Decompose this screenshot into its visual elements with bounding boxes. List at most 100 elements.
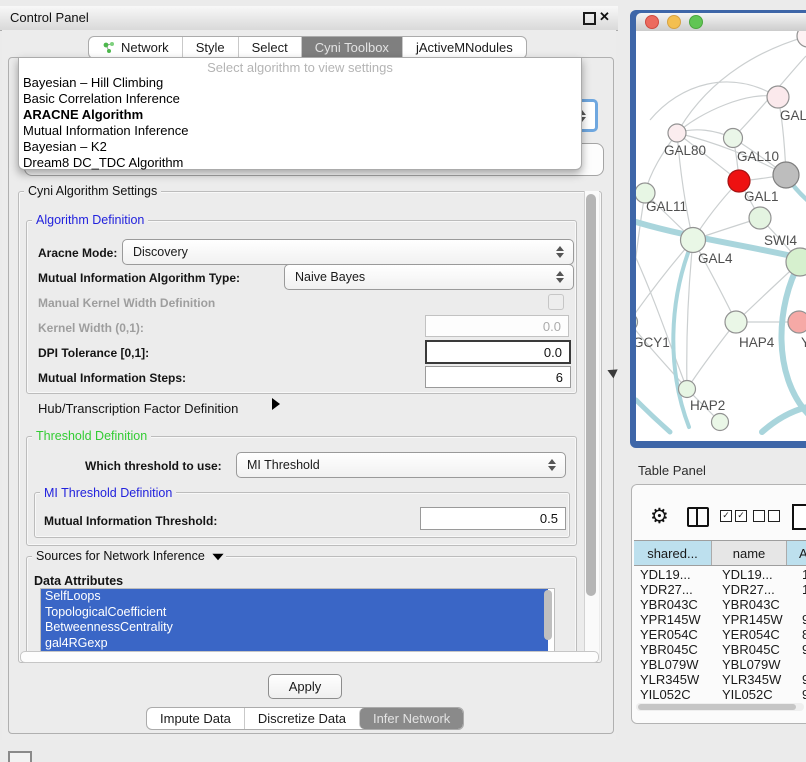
attr-item-selfloops[interactable]: SelfLoops <box>41 589 548 605</box>
tab-jactivemnodules[interactable]: jActiveMNodules <box>402 37 526 58</box>
expand-right-icon[interactable] <box>272 398 280 410</box>
col-header-name[interactable]: name <box>712 541 787 565</box>
cell: 8. <box>796 627 806 642</box>
minimize-traffic-light-icon[interactable] <box>667 15 681 29</box>
node-gray[interactable] <box>773 162 799 188</box>
cell: YDL19... <box>716 567 796 582</box>
col-header-shared[interactable]: shared... <box>634 541 712 565</box>
tab-discretize-data[interactable]: Discretize Data <box>244 708 359 729</box>
cell: 9. <box>796 642 806 657</box>
label-gal80: GAL80 <box>664 143 706 158</box>
col-header-third[interactable]: A <box>787 541 806 565</box>
checked-pair-icon[interactable]: ✓ ✓ <box>720 510 747 522</box>
which-threshold-label: Which threshold to use: <box>85 459 222 473</box>
table-row[interactable]: YLR345W YLR345W 9. <box>634 672 806 687</box>
tab-network[interactable]: Network <box>89 37 182 58</box>
cell: YER054C <box>634 627 716 642</box>
mi-type-label: Mutual Information Algorithm Type: <box>38 271 240 285</box>
popup-item-basic-correlation[interactable]: Basic Correlation Inference <box>23 91 573 107</box>
dpi-tolerance-value: 0.0 <box>544 345 562 360</box>
cell: YBL079W <box>716 657 796 672</box>
popup-item-dream8[interactable]: Dream8 DC_TDC Algorithm <box>23 155 573 171</box>
cell: YDR27... <box>716 582 796 597</box>
table-row[interactable]: YBR043C YBR043C <box>634 597 806 612</box>
table-header-row: shared... name A <box>634 540 806 566</box>
table-row[interactable]: YPR145W YPR145W 9. <box>634 612 806 627</box>
popup-item-bayesian-hill[interactable]: Bayesian – Hill Climbing <box>23 75 573 91</box>
node-gal4[interactable] <box>681 228 706 253</box>
close-traffic-light-icon[interactable] <box>645 15 659 29</box>
attr-item-topological[interactable]: TopologicalCoefficient <box>41 605 548 621</box>
cell: YBR043C <box>634 597 716 612</box>
table-row[interactable]: YBR045C YBR045C 9. <box>634 642 806 657</box>
table-hscrollbar-thumb[interactable] <box>638 704 796 710</box>
mi-steps-label: Mutual Information Steps: <box>38 371 186 385</box>
cell: YDR27... <box>634 582 716 597</box>
popup-item-aracne[interactable]: ARACNE Algorithm <box>23 107 573 123</box>
tab-select-label: Select <box>252 40 288 55</box>
node-green-mid[interactable] <box>749 207 771 229</box>
node-gal10[interactable] <box>724 129 743 148</box>
popup-item-bayesian-k2[interactable]: Bayesian – K2 <box>23 139 573 155</box>
node-labels: GAL GAL80 GAL10 GAL1 GAL11 SWI4 GAL4 GCY… <box>636 108 806 413</box>
attr-item-betweenness[interactable]: BetweennessCentrality <box>41 620 548 636</box>
control-panel-title: Control Panel <box>10 10 89 25</box>
node-hap2[interactable] <box>679 381 696 398</box>
apply-button-label: Apply <box>289 679 322 694</box>
cell: 9 <box>796 687 806 700</box>
float-window-icon[interactable] <box>583 12 596 25</box>
dock-square-icon[interactable] <box>8 751 32 762</box>
which-threshold-combo[interactable]: MI Threshold <box>236 452 566 478</box>
stepper-icon <box>556 246 564 258</box>
bottom-tabbar: Impute Data Discretize Data Infer Networ… <box>146 707 464 730</box>
node-cut-topright[interactable] <box>797 31 806 47</box>
settings-vscrollbar-thumb[interactable] <box>586 194 596 596</box>
attr-item-gal4rgexp[interactable]: gal4RGexp <box>41 636 548 652</box>
table-row[interactable]: YDL19... YDL19... 13 <box>634 567 806 582</box>
tab-style[interactable]: Style <box>182 37 238 58</box>
collapse-down-icon[interactable] <box>213 554 224 560</box>
kernel-width-field[interactable]: 0.0 <box>425 315 569 337</box>
table-row[interactable]: YER054C YER054C 8. <box>634 627 806 642</box>
node-gcy1[interactable] <box>636 314 638 331</box>
zoom-traffic-light-icon[interactable] <box>689 15 703 29</box>
tab-network-label: Network <box>121 40 169 55</box>
network-window-titlebar[interactable] <box>636 13 806 31</box>
close-icon[interactable]: ✕ <box>599 9 610 25</box>
aracne-mode-value: Discovery <box>133 245 188 259</box>
table-row[interactable]: YIL052C YIL052C 9 <box>634 687 806 700</box>
algorithm-dropdown-popup: Select algorithm to view settings Bayesi… <box>18 57 582 170</box>
mi-threshold-title: MI Threshold Definition <box>40 486 176 500</box>
node-gal-pink[interactable] <box>767 86 789 108</box>
screen: Control Panel ✕ Network Style Select Cyn… <box>0 0 806 762</box>
node-hap4[interactable] <box>725 311 747 333</box>
node-bottom[interactable] <box>712 414 729 431</box>
dpi-tolerance-field[interactable]: 0.0 <box>425 340 571 364</box>
columns-icon[interactable] <box>687 507 709 527</box>
tab-cyni-toolbox[interactable]: Cyni Toolbox <box>301 37 402 58</box>
data-attributes-list: SelfLoops TopologicalCoefficient Between… <box>40 588 555 654</box>
node-salmon[interactable] <box>788 311 806 333</box>
tab-select[interactable]: Select <box>238 37 301 58</box>
network-graph[interactable]: GAL GAL80 GAL10 GAL1 GAL11 SWI4 GAL4 GCY… <box>636 31 806 441</box>
table-row[interactable]: YBL079W YBL079W <box>634 657 806 672</box>
gear-icon[interactable]: ⚙ <box>650 504 669 529</box>
unchecked-pair-icon[interactable] <box>753 510 780 522</box>
popup-item-mutual-information[interactable]: Mutual Information Inference <box>23 123 573 139</box>
mi-type-combo[interactable]: Naive Bayes <box>284 264 574 290</box>
settings-hscrollbar[interactable] <box>20 651 599 663</box>
tab-infer-network[interactable]: Infer Network <box>359 708 463 729</box>
table-row[interactable]: YDR27... YDR27... 12 <box>634 582 806 597</box>
attr-list-vscrollbar-thumb[interactable] <box>544 590 552 640</box>
tab-impute-data[interactable]: Impute Data <box>147 708 244 729</box>
page-icon[interactable] <box>792 504 806 530</box>
label-y-cut: Y <box>801 335 806 350</box>
apply-button[interactable]: Apply <box>268 674 342 699</box>
manual-kernel-checkbox[interactable] <box>548 294 564 310</box>
aracne-mode-combo[interactable]: Discovery <box>122 239 574 265</box>
mi-threshold-field[interactable]: 0.5 <box>420 507 566 530</box>
label-gal1: GAL1 <box>744 189 779 204</box>
node-gal80[interactable] <box>668 124 686 142</box>
mi-steps-field[interactable]: 6 <box>425 366 571 388</box>
algorithm-definition-title: Algorithm Definition <box>32 213 148 227</box>
